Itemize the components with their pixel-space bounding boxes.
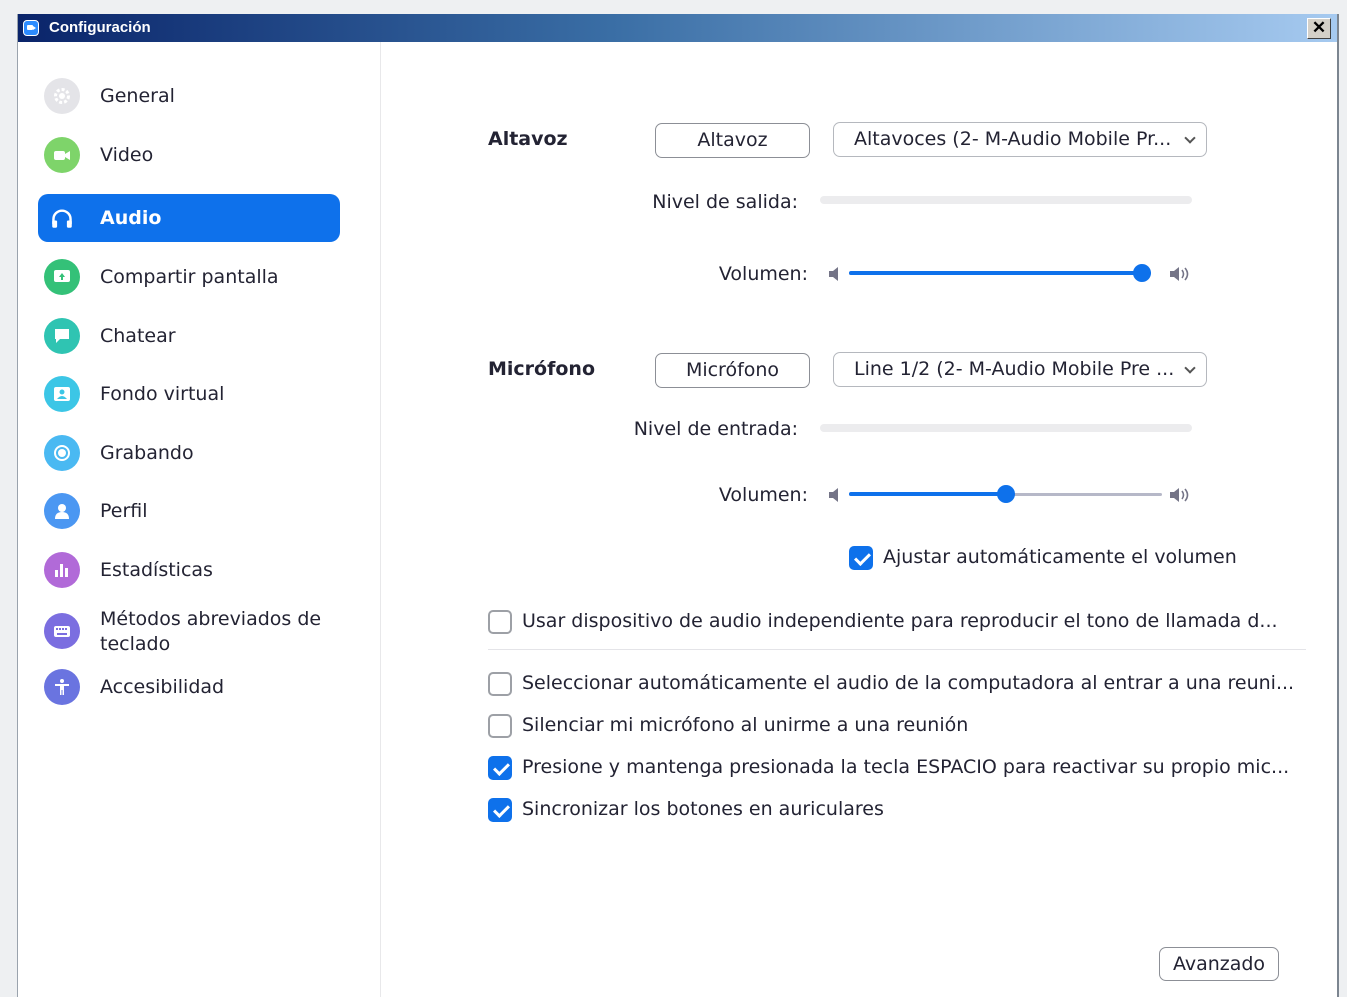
microphone-device-select[interactable]: Line 1/2 (2- M-Audio Mobile Pre ... <box>833 352 1207 387</box>
chevron-down-icon <box>1184 362 1196 374</box>
output-level-meter <box>820 196 1192 204</box>
sidebar-item-label: Métodos abreviados de teclado <box>100 608 322 655</box>
test-microphone-button[interactable]: Micrófono <box>655 353 810 388</box>
auto-adjust-volume-label: Ajustar automáticamente el volumen <box>883 546 1237 568</box>
title-bar[interactable]: Configuración ✕ <box>18 14 1337 42</box>
push-to-talk-checkbox[interactable] <box>488 756 512 780</box>
settings-window: Configuración ✕ General Video Audio Comp… <box>17 14 1339 997</box>
volume-high-icon <box>1170 488 1189 502</box>
speaker-section-label: Altavoz <box>488 128 568 150</box>
accessibility-icon <box>44 669 80 705</box>
auto-join-computer-audio-label: Seleccionar automáticamente el audio de … <box>522 672 1295 694</box>
input-level-label: Nivel de entrada: <box>633 418 798 440</box>
separate-ringtone-device-checkbox[interactable] <box>488 610 512 634</box>
sidebar-item-audio[interactable]: Audio <box>38 194 340 242</box>
sidebar-item-statistics[interactable]: Estadísticas <box>38 546 340 594</box>
speaker-volume-slider[interactable] <box>849 264 1151 282</box>
push-to-talk-label: Presione y mantenga presionada la tecla … <box>522 756 1290 778</box>
audio-settings-panel: Altavoz Altavoz Altavoces (2- M-Audio Mo… <box>382 42 1337 997</box>
volume-low-icon <box>829 488 838 502</box>
sidebar-item-label: Video <box>100 144 154 166</box>
microphone-section-label: Micrófono <box>488 358 596 380</box>
sidebar-item-recording[interactable]: Grabando <box>38 429 340 477</box>
sidebar-item-label: Grabando <box>100 442 194 464</box>
auto-adjust-volume-checkbox[interactable] <box>849 546 873 570</box>
microphone-device-value: Line 1/2 (2- M-Audio Mobile Pre ... <box>854 358 1175 380</box>
sidebar-item-label: Audio <box>100 207 162 229</box>
video-camera-icon <box>44 137 80 173</box>
profile-icon <box>44 493 80 529</box>
gear-icon <box>44 78 80 114</box>
auto-join-computer-audio-checkbox[interactable] <box>488 672 512 696</box>
sidebar-item-virtual-background[interactable]: Fondo virtual <box>38 370 340 418</box>
microphone-volume-label: Volumen: <box>718 484 808 506</box>
sidebar-item-profile[interactable]: Perfil <box>38 487 340 535</box>
sync-headset-buttons-checkbox[interactable] <box>488 798 512 822</box>
sidebar-item-share-screen[interactable]: Compartir pantalla <box>38 253 340 301</box>
advanced-button[interactable]: Avanzado <box>1159 947 1279 981</box>
chat-bubble-icon <box>44 318 80 354</box>
sidebar-item-general[interactable]: General <box>38 72 340 120</box>
settings-sidebar: General Video Audio Compartir pantalla C… <box>18 42 381 997</box>
sidebar-item-label: Estadísticas <box>100 559 213 581</box>
sidebar-item-keyboard-shortcuts[interactable]: Métodos abreviados de teclado <box>38 604 340 658</box>
sidebar-item-chat[interactable]: Chatear <box>38 312 340 360</box>
sidebar-item-label: Perfil <box>100 500 148 522</box>
mute-on-join-checkbox[interactable] <box>488 714 512 738</box>
sidebar-item-label: Chatear <box>100 325 176 347</box>
divider <box>488 649 1306 650</box>
chevron-down-icon <box>1184 132 1196 144</box>
virtual-background-icon <box>44 376 80 412</box>
close-button[interactable]: ✕ <box>1307 18 1331 39</box>
speaker-device-select[interactable]: Altavoces (2- M-Audio Mobile Pr... <box>833 122 1207 157</box>
close-icon: ✕ <box>1311 18 1327 37</box>
microphone-volume-slider[interactable] <box>849 485 1162 503</box>
sidebar-item-label: Fondo virtual <box>100 383 225 405</box>
zoom-app-icon <box>23 20 39 36</box>
share-screen-icon <box>44 259 80 295</box>
volume-high-icon <box>1170 267 1189 281</box>
speaker-volume-label: Volumen: <box>718 263 808 285</box>
mute-on-join-label: Silenciar mi micrófono al unirme a una r… <box>522 714 969 736</box>
record-icon <box>44 435 80 471</box>
window-title: Configuración <box>49 19 151 36</box>
output-level-label: Nivel de salida: <box>652 191 798 213</box>
volume-low-icon <box>829 267 838 281</box>
statistics-icon <box>44 552 80 588</box>
input-level-meter <box>820 424 1192 432</box>
slider-thumb[interactable] <box>997 485 1015 503</box>
speaker-device-value: Altavoces (2- M-Audio Mobile Pr... <box>854 128 1172 150</box>
test-speaker-button[interactable]: Altavoz <box>655 123 810 158</box>
slider-thumb[interactable] <box>1133 264 1151 282</box>
sync-headset-buttons-label: Sincronizar los botones en auriculares <box>522 798 884 820</box>
sidebar-item-label: General <box>100 85 175 107</box>
keyboard-icon <box>44 613 80 649</box>
sidebar-item-video[interactable]: Video <box>38 131 340 179</box>
headphones-icon <box>44 200 80 236</box>
sidebar-item-accessibility[interactable]: Accesibilidad <box>38 663 340 711</box>
sidebar-item-label: Compartir pantalla <box>100 266 279 288</box>
sidebar-item-label: Accesibilidad <box>100 676 225 698</box>
separate-ringtone-device-label: Usar dispositivo de audio independiente … <box>522 610 1278 632</box>
